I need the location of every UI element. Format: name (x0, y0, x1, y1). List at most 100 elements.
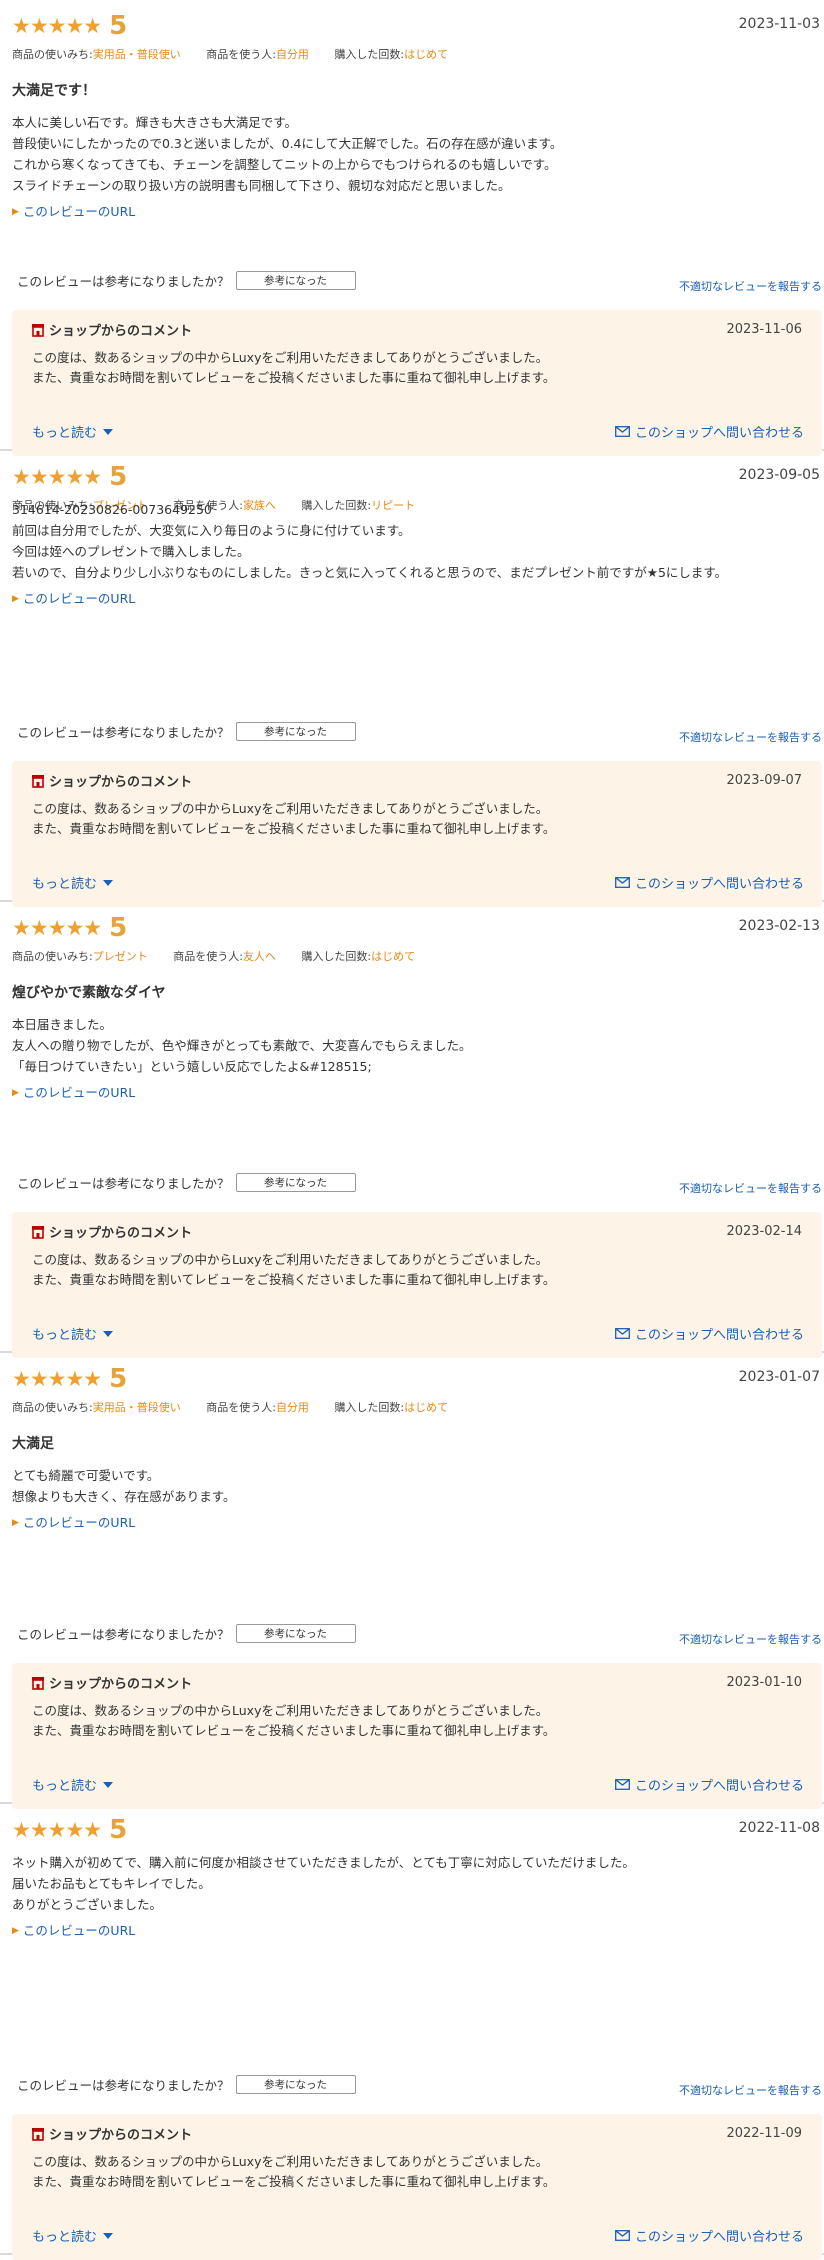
helpful-row: このレビューは参考になりましたか？ 参考になった (17, 2075, 356, 2094)
read-more-link[interactable]: もっと読む (32, 2226, 114, 2245)
report-review-link[interactable]: 不適切なレビューを報告する (679, 278, 822, 294)
shop-comment-date: 2022-11-09 (726, 2126, 802, 2141)
chevron-down-icon (103, 2232, 114, 2239)
contact-shop-link[interactable]: このショップへ問い合わせる (615, 873, 804, 892)
rating-score: 5 (109, 11, 128, 41)
purchase-meta: 商品の使いみち:実用品・普段使い 商品を使う人:自分用 購入した回数:はじめて (12, 46, 470, 62)
shop-comment-title: ショップからのコメント (49, 775, 193, 790)
rating: ★★★★★ 5 (12, 10, 127, 42)
shop-comment: ショップからのコメント 2023-01-10 この度は、数あるショップの中からL… (12, 1663, 822, 1809)
review-url-label: このレビューのURL (22, 204, 136, 219)
shop-comment-heading: ショップからのコメント (31, 771, 192, 790)
meta-usage-label: 商品の使いみち: (12, 48, 93, 61)
star-rating-icon: ★★★★★ (12, 13, 102, 38)
contact-shop-link[interactable]: このショップへ問い合わせる (615, 1324, 804, 1343)
rating-score: 5 (109, 913, 128, 943)
helpful-row: このレビューは参考になりましたか？ 参考になった (17, 1173, 356, 1192)
shop-comment-text: この度は、数あるショップの中からLuxyをご利用いただきましてありがとうございま… (32, 350, 556, 385)
review-url-link[interactable]: ▶ このレビューのURL (12, 1512, 814, 1531)
purchase-meta: 商品の使いみち:実用品・普段使い 商品を使う人:自分用 購入した回数:はじめて (12, 1399, 470, 1415)
review-body: 煌びやかで素敵なダイヤ 本日届きました。 友人への贈り物でしたが、色や輝きがとっ… (12, 982, 814, 1101)
caret-right-icon: ▶ (12, 1088, 19, 1098)
shop-icon (32, 2127, 44, 2141)
purchase-meta: 商品の使いみち:プレゼント 商品を使う人:友人へ 購入した回数:はじめて (12, 948, 437, 964)
rating: ★★★★★ 5 (12, 912, 127, 944)
helpful-button[interactable]: 参考になった (235, 271, 356, 290)
review-text: とても綺麗で可愛いです。 想像よりも大きく、存在感があります。 (12, 1468, 236, 1504)
helpful-row: このレビューは参考になりましたか？ 参考になった (17, 1624, 356, 1643)
meta-user-label: 商品を使う人: (206, 1401, 276, 1414)
read-more-label: もっと読む (32, 877, 98, 892)
read-more-link[interactable]: もっと読む (32, 1324, 114, 1343)
review-date: 2023-09-05 (738, 467, 820, 483)
review-card: ★★★★★ 5 2023-09-05 商品の使いみち:プレゼント 商品を使う人:… (0, 451, 824, 907)
shop-comment-heading: ショップからのコメント (31, 1222, 192, 1241)
helpful-question: このレビューは参考になりましたか？ (17, 274, 230, 289)
contact-shop-link[interactable]: このショップへ問い合わせる (615, 1775, 804, 1794)
report-review-link[interactable]: 不適切なレビューを報告する (679, 2082, 822, 2098)
helpful-row: このレビューは参考になりましたか？ 参考になった (17, 722, 356, 741)
review-title: 大満足です！ (12, 83, 96, 99)
meta-user-label: 商品を使う人: (173, 950, 243, 963)
review-title: 大満足 (12, 1436, 54, 1452)
rating-score: 5 (109, 1815, 128, 1845)
review-url-label: このレビューのURL (22, 591, 136, 606)
meta-user: 商品を使う人:自分用 (206, 1401, 309, 1414)
helpful-button[interactable]: 参考になった (235, 722, 356, 741)
shop-comment-date: 2023-09-07 (726, 773, 802, 788)
review-title: 煌びやかで素敵なダイヤ (12, 985, 166, 1001)
rating-score: 5 (109, 1364, 128, 1394)
meta-user-value: 友人へ (242, 950, 276, 963)
helpful-button[interactable]: 参考になった (235, 2075, 356, 2094)
report-review-link[interactable]: 不適切なレビューを報告する (679, 1631, 822, 1647)
meta-count-label: 購入した回数: (301, 950, 372, 963)
review-body: ネット購入が初めてで、購入前に何度か相談させていただきましたが、とても丁寧に対応… (12, 1852, 814, 1939)
caret-right-icon: ▶ (12, 1518, 19, 1528)
review-list: ★★★★★ 5 2023-11-03 商品の使いみち:実用品・普段使い 商品を使… (0, 0, 824, 2260)
meta-count-label: 購入した回数: (334, 1401, 405, 1414)
shop-comment-date: 2023-11-06 (726, 322, 802, 337)
report-review-link[interactable]: 不適切なレビューを報告する (679, 1180, 822, 1196)
contact-shop-link[interactable]: このショップへ問い合わせる (615, 422, 804, 441)
shop-comment-title: ショップからのコメント (49, 324, 193, 339)
read-more-link[interactable]: もっと読む (32, 1775, 114, 1794)
helpful-button[interactable]: 参考になった (235, 1624, 356, 1643)
read-more-label: もっと読む (32, 426, 98, 441)
meta-usage: 商品の使いみち:実用品・普段使い (12, 1401, 181, 1414)
meta-user: 商品を使う人:自分用 (206, 48, 309, 61)
helpful-row: このレビューは参考になりましたか？ 参考になった (17, 271, 356, 290)
helpful-button[interactable]: 参考になった (235, 1173, 356, 1192)
rating: ★★★★★ 5 (12, 1363, 127, 1395)
helpful-question: このレビューは参考になりましたか？ (17, 725, 230, 740)
chevron-down-icon (103, 428, 114, 435)
review-url-link[interactable]: ▶ このレビューのURL (12, 201, 814, 220)
rating: ★★★★★ 5 (12, 461, 127, 493)
helpful-question: このレビューは参考になりましたか？ (17, 2078, 230, 2093)
shop-icon (32, 323, 44, 337)
contact-shop-label: このショップへ問い合わせる (634, 426, 804, 441)
chevron-down-icon (103, 1330, 114, 1337)
shop-comment: ショップからのコメント 2023-02-14 この度は、数あるショップの中からL… (12, 1212, 822, 1358)
meta-user-label: 商品を使う人: (206, 48, 276, 61)
meta-user: 商品を使う人:友人へ (173, 950, 276, 963)
star-rating-icon: ★★★★★ (12, 1817, 102, 1842)
review-url-link[interactable]: ▶ このレビューのURL (12, 1920, 814, 1939)
review-text: ネット購入が初めてで、購入前に何度か相談させていただきましたが、とても丁寧に対応… (12, 1855, 635, 1912)
mail-icon (615, 2230, 630, 2241)
review-url-link[interactable]: ▶ このレビューのURL (12, 1082, 814, 1101)
shop-comment-text: この度は、数あるショップの中からLuxyをご利用いただきましてありがとうございま… (32, 1252, 556, 1287)
mail-icon (615, 426, 630, 437)
shop-comment-heading: ショップからのコメント (31, 320, 192, 339)
review-url-label: このレビューのURL (22, 1515, 136, 1530)
review-card: ★★★★★ 5 2022-11-08 商品の使いみち: 商品を使う人: 購入した… (0, 1804, 824, 2260)
read-more-link[interactable]: もっと読む (32, 873, 114, 892)
contact-shop-link[interactable]: このショップへ問い合わせる (615, 2226, 804, 2245)
report-review-link[interactable]: 不適切なレビューを報告する (679, 729, 822, 745)
star-rating-icon: ★★★★★ (12, 1366, 102, 1391)
read-more-link[interactable]: もっと読む (32, 422, 114, 441)
meta-usage-label: 商品の使いみち: (12, 1401, 93, 1414)
caret-right-icon: ▶ (12, 594, 19, 604)
shop-comment-heading: ショップからのコメント (31, 1673, 192, 1692)
review-url-link[interactable]: ▶ このレビューのURL (12, 588, 814, 607)
shop-comment-text: この度は、数あるショップの中からLuxyをご利用いただきましてありがとうございま… (32, 2154, 556, 2189)
